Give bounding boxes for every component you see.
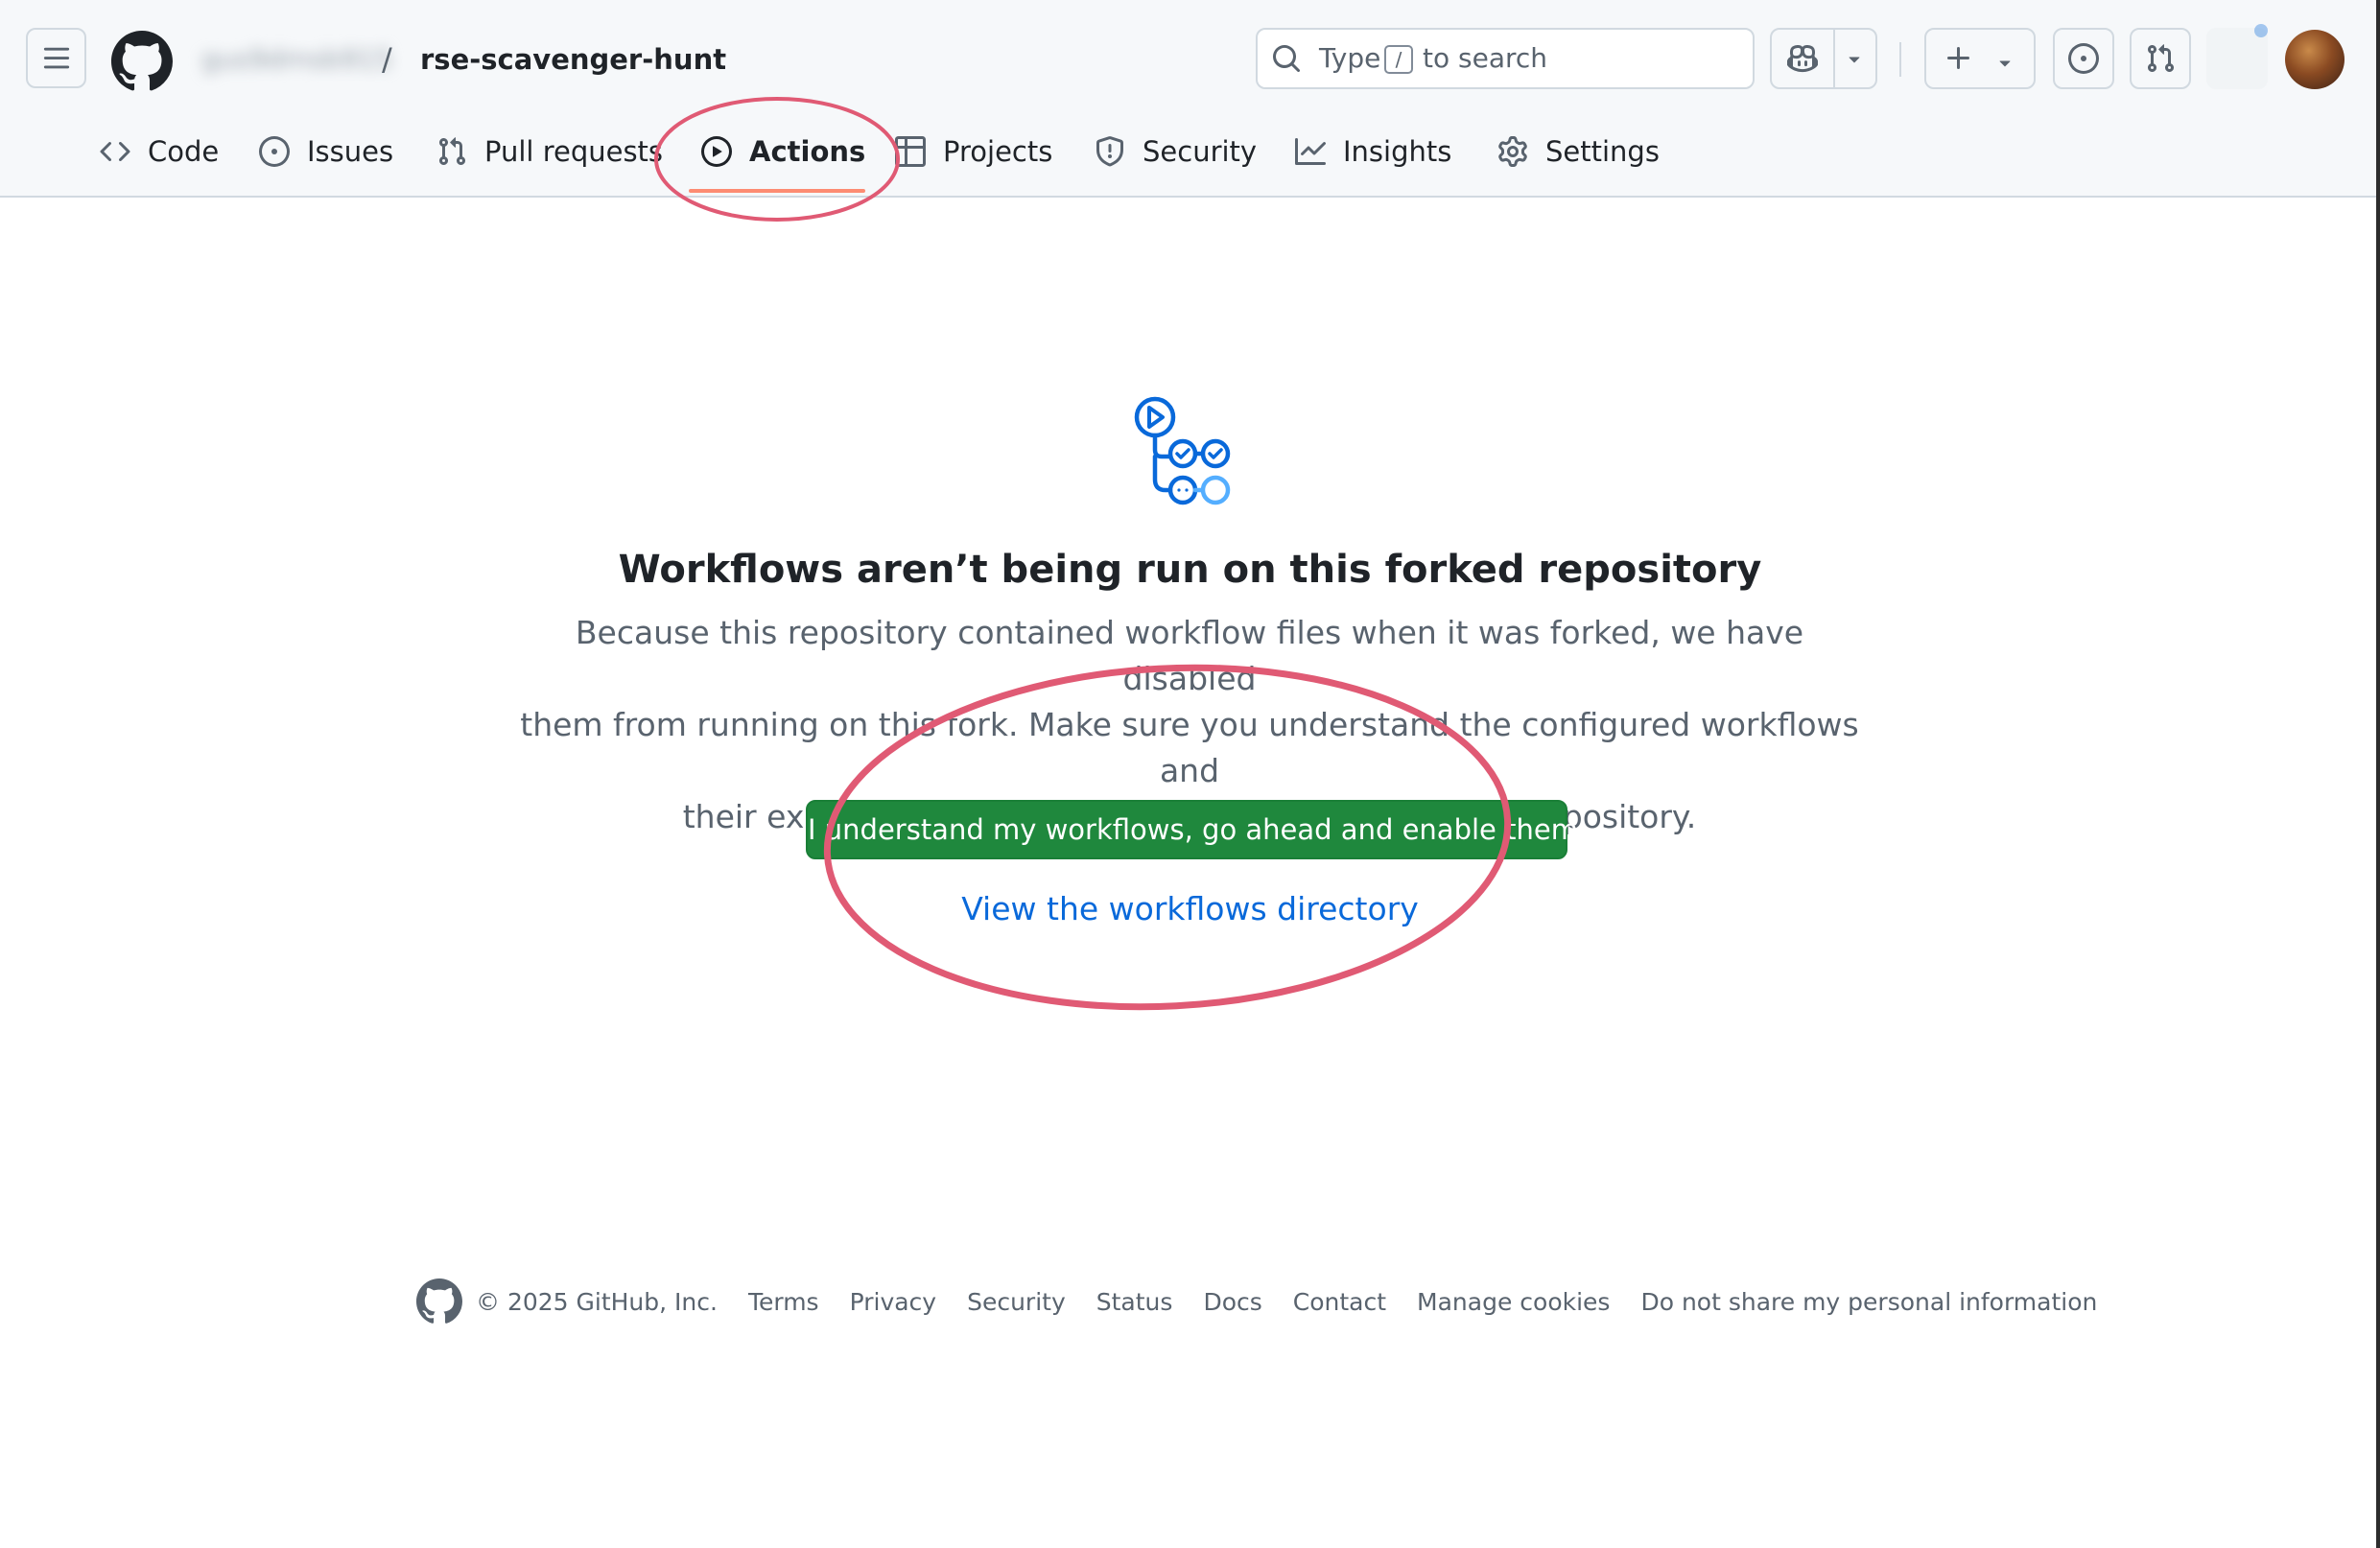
repo-owner-link[interactable]: gus9dmsb915 bbox=[201, 38, 392, 81]
code-icon bbox=[100, 141, 130, 162]
table-icon bbox=[895, 136, 926, 167]
tab-projects[interactable]: Projects bbox=[895, 130, 1052, 173]
repo-name-link[interactable]: rse-scavenger-hunt bbox=[420, 38, 726, 81]
search-placeholder-prefix: Type bbox=[1319, 42, 1381, 74]
selected-tab-indicator bbox=[689, 189, 865, 193]
footer-copyright: © 2025 GitHub, Inc. bbox=[476, 1287, 718, 1316]
plus-icon bbox=[1947, 47, 1969, 69]
graph-icon bbox=[1295, 138, 1326, 165]
issue-opened-icon bbox=[2068, 43, 2099, 74]
tab-projects-label: Projects bbox=[943, 135, 1053, 168]
git-pull-request-icon bbox=[2147, 44, 2175, 73]
tab-settings[interactable]: Settings bbox=[1497, 130, 1660, 173]
your-pull-requests-button[interactable] bbox=[2130, 28, 2191, 89]
search-placeholder-suffix: to search bbox=[1423, 42, 1548, 74]
search-input[interactable]: Type / to search bbox=[1256, 28, 1755, 89]
global-header: gus9dmsb915 / rse-scavenger-hunt Type / … bbox=[0, 0, 2380, 198]
tab-pull-requests-label: Pull requests bbox=[484, 135, 664, 168]
view-workflows-directory-link[interactable]: View the workflows directory bbox=[0, 890, 2380, 927]
triangle-down-icon bbox=[1999, 60, 2011, 67]
tab-actions[interactable]: Actions bbox=[701, 130, 865, 173]
user-avatar[interactable] bbox=[2285, 30, 2345, 89]
footer-link-security[interactable]: Security bbox=[967, 1288, 1066, 1316]
search-icon bbox=[1273, 45, 1301, 73]
tab-settings-label: Settings bbox=[1545, 135, 1660, 168]
tab-pull-requests[interactable]: Pull requests bbox=[436, 130, 663, 173]
description-line: them from running on this fork. Make sur… bbox=[520, 706, 1859, 789]
tab-insights[interactable]: Insights bbox=[1295, 130, 1451, 173]
github-logo-icon[interactable] bbox=[111, 31, 173, 92]
triangle-down-icon[interactable] bbox=[1843, 47, 1866, 70]
tab-issues-label: Issues bbox=[307, 135, 394, 168]
view-workflows-directory-label[interactable]: View the workflows directory bbox=[961, 890, 1419, 927]
create-new-button[interactable] bbox=[1924, 28, 2036, 89]
gear-icon bbox=[1498, 136, 1527, 167]
github-footer-logo-icon[interactable] bbox=[416, 1278, 462, 1325]
issue-opened-icon bbox=[259, 136, 290, 167]
footer-link-terms[interactable]: Terms bbox=[748, 1288, 819, 1316]
footer-link-do-not-share[interactable]: Do not share my personal information bbox=[1640, 1288, 2097, 1316]
blankslate-heading: Workflows aren’t being run on this forke… bbox=[618, 548, 1762, 592]
tab-issues[interactable]: Issues bbox=[259, 130, 393, 173]
description-line: Because this repository contained workfl… bbox=[575, 614, 1804, 697]
path-separator: / bbox=[382, 41, 392, 78]
enable-workflows-button[interactable]: I understand my workflows, go ahead and … bbox=[806, 800, 1578, 859]
menu-button[interactable] bbox=[26, 28, 86, 88]
shield-icon bbox=[1096, 136, 1123, 167]
workflow-icon bbox=[1134, 396, 1231, 505]
slash-key-hint: / bbox=[1384, 45, 1413, 74]
footer-link-status[interactable]: Status bbox=[1096, 1288, 1173, 1316]
notification-indicator bbox=[2254, 24, 2268, 37]
footer-link-manage-cookies[interactable]: Manage cookies bbox=[1417, 1288, 1610, 1316]
tab-actions-label: Actions bbox=[749, 135, 866, 168]
tab-code-label: Code bbox=[148, 135, 220, 168]
window-edge bbox=[2376, 0, 2380, 1548]
tab-code[interactable]: Code bbox=[100, 130, 219, 173]
copilot-divider bbox=[1833, 30, 1835, 87]
git-pull-request-icon bbox=[438, 137, 466, 166]
your-issues-button[interactable] bbox=[2053, 28, 2114, 89]
hamburger-icon bbox=[43, 47, 69, 68]
play-icon bbox=[701, 136, 732, 167]
footer-link-privacy[interactable]: Privacy bbox=[850, 1288, 937, 1316]
copilot-button[interactable] bbox=[1770, 28, 1877, 89]
footer-link-docs[interactable]: Docs bbox=[1203, 1288, 1261, 1316]
tab-insights-label: Insights bbox=[1343, 135, 1452, 168]
copilot-icon bbox=[1787, 44, 1818, 73]
footer-link-contact[interactable]: Contact bbox=[1293, 1288, 1386, 1316]
tab-security-label: Security bbox=[1143, 135, 1258, 168]
header-divider bbox=[1899, 42, 1901, 77]
tab-security[interactable]: Security bbox=[1095, 130, 1257, 173]
site-footer: © 2025 GitHub, Inc. Terms Privacy Securi… bbox=[416, 1278, 2097, 1325]
